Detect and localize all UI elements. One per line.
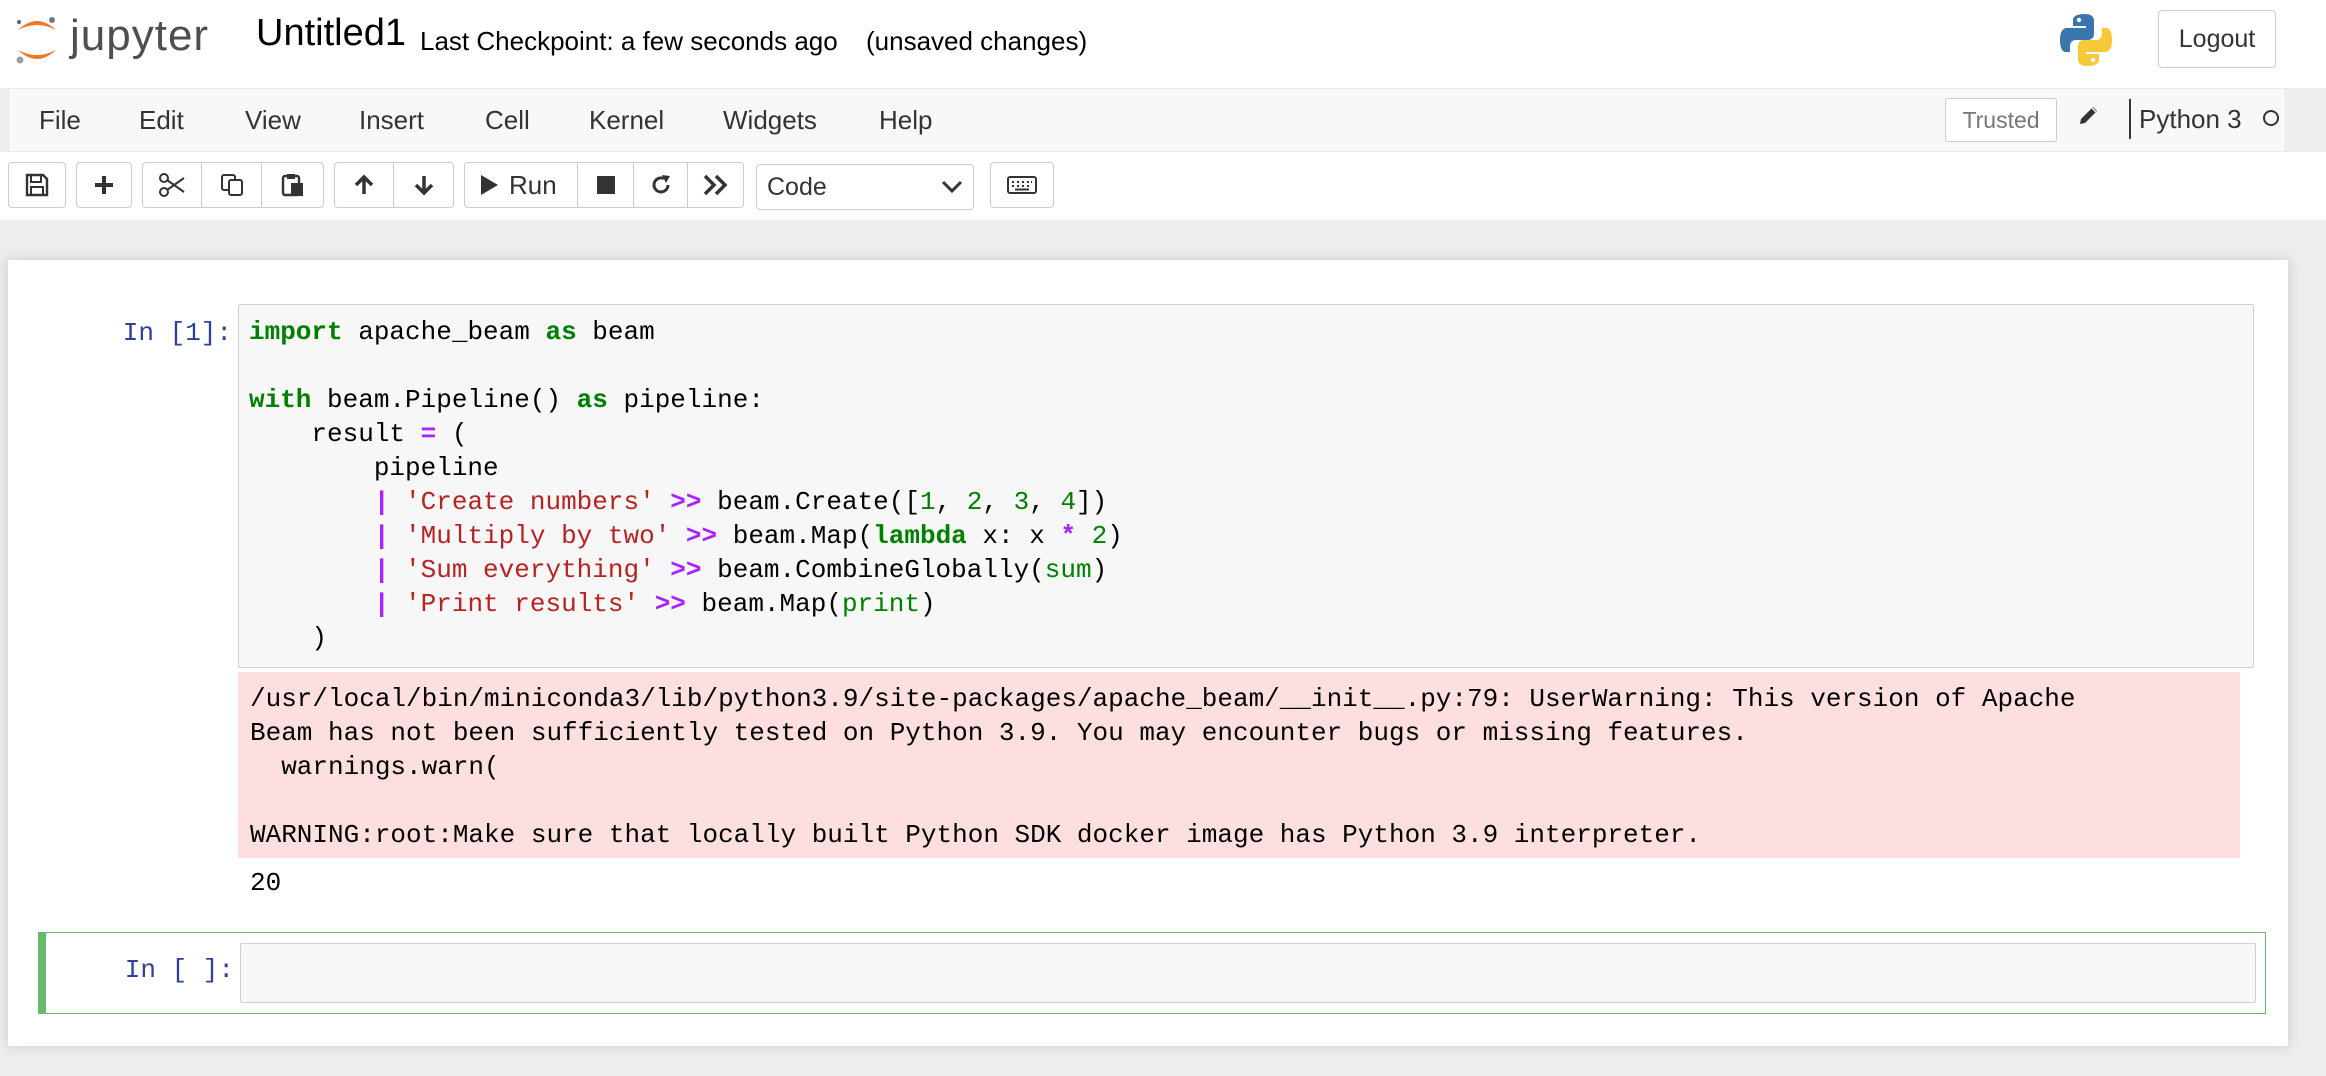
jupyter-logo-icon xyxy=(16,17,56,64)
chevron-down-icon xyxy=(941,180,963,194)
scissors-icon xyxy=(159,173,185,197)
menu-help[interactable]: Help xyxy=(879,105,932,136)
interrupt-kernel-button[interactable] xyxy=(578,162,634,208)
kernel-idle-indicator-icon xyxy=(2263,110,2279,126)
run-button-label: Run xyxy=(509,169,557,200)
save-icon xyxy=(25,173,49,197)
code-line: | 'Sum everything' >> beam.CombineGlobal… xyxy=(373,555,1108,585)
menu-cell[interactable]: Cell xyxy=(485,105,530,136)
run-button[interactable]: Run xyxy=(464,162,578,208)
keyboard-icon xyxy=(1007,176,1037,194)
logout-button[interactable]: Logout xyxy=(2158,10,2276,68)
selected-code-cell[interactable]: In [ ]: xyxy=(38,932,2266,1014)
copy-icon xyxy=(220,174,243,196)
move-down-button[interactable] xyxy=(394,162,454,208)
move-up-button[interactable] xyxy=(334,162,394,208)
cut-button[interactable] xyxy=(142,162,202,208)
code-line: | 'Create numbers' >> beam.Create([1, 2,… xyxy=(373,487,1108,517)
cell-prompt: In [ ]: xyxy=(124,955,234,985)
menu-edit[interactable]: Edit xyxy=(139,105,184,136)
code-line: | 'Print results' >> beam.Map(print) xyxy=(373,589,936,619)
menu-insert[interactable]: Insert xyxy=(359,105,424,136)
jupyter-logo[interactable]: jupyter xyxy=(14,10,209,70)
kernel-separator xyxy=(2129,99,2131,139)
toolbar: Run xyxy=(0,152,2326,220)
code-editor[interactable]: import apache_beam as beam with beam.Pip… xyxy=(249,315,1123,655)
cell-type-value: Code xyxy=(767,172,827,201)
code-line: | 'Multiply by two' >> beam.Map(lambda x… xyxy=(373,521,1123,551)
menubar: File Edit View Insert Cell Kernel Widget… xyxy=(8,88,2286,152)
insert-cell-button[interactable] xyxy=(76,162,132,208)
python-logo-icon xyxy=(2058,12,2114,73)
paste-button[interactable] xyxy=(262,162,324,208)
code-cell-input[interactable]: import apache_beam as beam with beam.Pip… xyxy=(238,304,2254,668)
header: jupyter Untitled1 Last Checkpoint: a few… xyxy=(0,0,2326,88)
menu-kernel[interactable]: Kernel xyxy=(589,105,664,136)
checkpoint-status: Last Checkpoint: a few seconds ago xyxy=(420,26,838,56)
menu-file[interactable]: File xyxy=(39,105,81,136)
stderr-output: /usr/local/bin/miniconda3/lib/python3.9/… xyxy=(238,672,2240,858)
menu-widgets[interactable]: Widgets xyxy=(723,105,817,136)
restart-run-all-button[interactable] xyxy=(688,162,744,208)
copy-button[interactable] xyxy=(202,162,262,208)
menu-view[interactable]: View xyxy=(245,105,301,136)
kernel-name[interactable]: Python 3 xyxy=(2139,104,2242,135)
stdout-output: 20 xyxy=(250,868,282,898)
arrow-up-icon xyxy=(354,174,374,194)
code-line: ) xyxy=(249,623,328,653)
save-button[interactable] xyxy=(8,162,66,208)
jupyter-logo-text: jupyter xyxy=(70,11,210,60)
autosave-status: (unsaved changes) xyxy=(866,26,1088,56)
restart-kernel-button[interactable] xyxy=(634,162,688,208)
restart-icon xyxy=(652,175,670,194)
code-line: pipeline xyxy=(249,453,499,483)
trusted-indicator[interactable]: Trusted xyxy=(1945,98,2057,142)
code-line: import apache_beam as beam xyxy=(249,317,655,347)
paste-icon xyxy=(281,174,303,197)
cell-type-select[interactable]: Code xyxy=(756,164,974,210)
fast-forward-icon xyxy=(703,174,727,196)
command-palette-button[interactable] xyxy=(990,162,1054,208)
play-icon xyxy=(481,175,498,195)
code-line: with beam.Pipeline() as pipeline: xyxy=(249,385,764,415)
code-cell-input[interactable] xyxy=(240,943,2256,1003)
arrow-down-icon xyxy=(414,176,433,196)
code-line: result = ( xyxy=(249,419,468,449)
plus-icon xyxy=(95,176,113,194)
cell-prompt: In [1]: xyxy=(122,318,232,348)
stop-icon xyxy=(596,176,615,194)
notebook-container: In [1]: import apache_beam as beam with … xyxy=(8,260,2288,1046)
edit-mode-pencil-icon xyxy=(2077,103,2101,132)
notebook-name[interactable]: Untitled1 xyxy=(256,12,406,55)
